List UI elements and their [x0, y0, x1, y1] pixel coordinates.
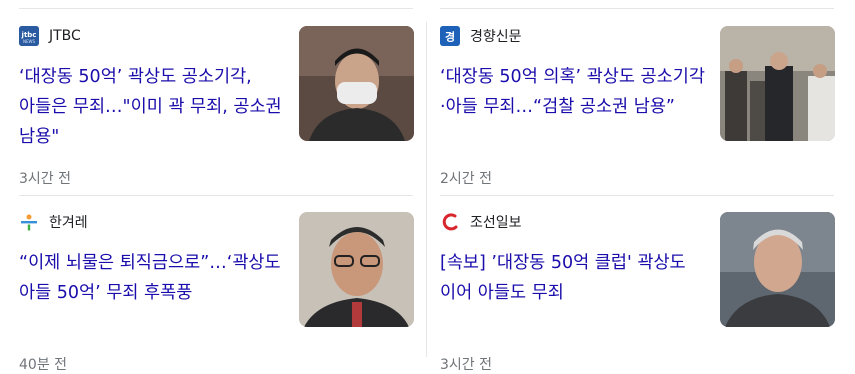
source-name: JTBC [49, 28, 81, 44]
headline-link[interactable]: “이제 뇌물은 퇴직금으로”…‘곽상도 아들 50억’ 무죄 후폭풍 [19, 248, 289, 308]
source-name: 한겨레 [49, 215, 88, 231]
top-divider-right [440, 8, 834, 9]
kyunghyang-logo-icon: 경 [440, 26, 460, 46]
news-card-kyunghyang[interactable]: 경 경향신문 ‘대장동 50억 의혹’ 곽상도 공소기각·아들 무죄…“검찰 공… [440, 10, 835, 187]
news-card-jtbc[interactable]: jtbc NEWS JTBC ‘대장동 50억’ 곽상도 공소기각, 아들은 무… [19, 10, 414, 187]
chosun-logo-icon [440, 212, 460, 232]
timestamp: 3시간 전 [19, 171, 71, 187]
svg-text:경: 경 [445, 30, 455, 44]
news-card-hani[interactable]: 한겨레 “이제 뇌물은 퇴직금으로”…‘곽상도 아들 50억’ 무죄 후폭풍 4… [19, 196, 414, 373]
column-divider [426, 22, 427, 357]
news-source: 조선일보 [440, 212, 522, 232]
thumbnail-image[interactable] [299, 212, 414, 327]
hani-logo-icon [19, 212, 39, 232]
source-name: 경향신문 [470, 29, 522, 45]
headline-link[interactable]: ‘대장동 50억 의혹’ 곽상도 공소기각·아들 무죄…“검찰 공소권 남용” [440, 62, 710, 122]
headline-link[interactable]: ‘대장동 50억’ 곽상도 공소기각, 아들은 무죄…"이미 곽 무죄, 공소권… [19, 62, 289, 152]
news-card-chosun[interactable]: 조선일보 [속보] ’대장동 50억 클럽' 곽상도 이어 아들도 무죄 3시간… [440, 196, 835, 373]
svg-text:jtbc: jtbc [21, 31, 37, 39]
thumbnail-image[interactable] [720, 26, 835, 141]
news-source: jtbc NEWS JTBC [19, 26, 81, 46]
thumbnail-image[interactable] [299, 26, 414, 141]
jtbc-logo-icon: jtbc NEWS [19, 26, 39, 46]
timestamp: 40분 전 [19, 357, 68, 373]
timestamp: 2시간 전 [440, 171, 492, 187]
source-name: 조선일보 [470, 215, 522, 231]
thumbnail-image[interactable] [720, 212, 835, 327]
headline-link[interactable]: [속보] ’대장동 50억 클럽' 곽상도 이어 아들도 무죄 [440, 248, 710, 308]
news-source: 경 경향신문 [440, 26, 522, 46]
top-divider-left [19, 8, 413, 9]
svg-text:NEWS: NEWS [23, 39, 35, 44]
news-source: 한겨레 [19, 212, 88, 232]
timestamp: 3시간 전 [440, 357, 492, 373]
